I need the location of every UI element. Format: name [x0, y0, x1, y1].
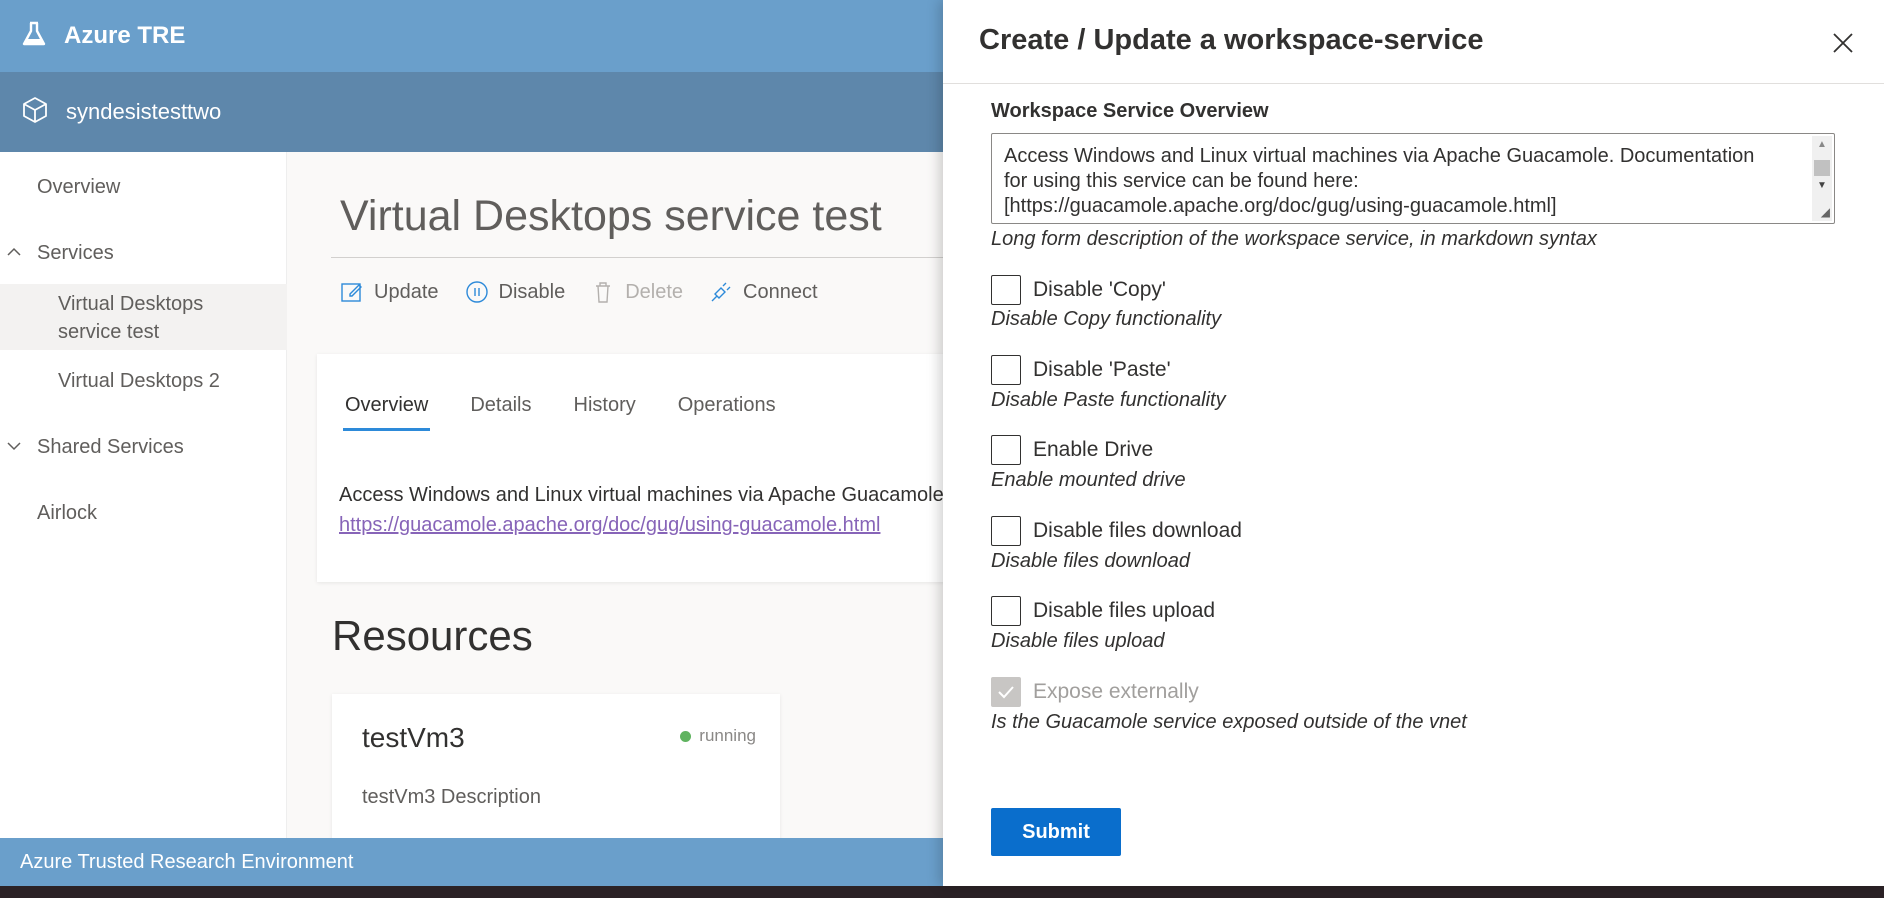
sidebar-item-label: Overview — [37, 176, 121, 198]
connect-button[interactable]: Connect — [709, 280, 818, 304]
checkbox-help-text: Disable Copy functionality — [991, 308, 1222, 330]
os-taskbar — [0, 886, 1884, 898]
tab-operations[interactable]: Operations — [678, 394, 776, 431]
checkmark-icon — [998, 686, 1014, 699]
sidebar-item-virtual-desktops-service-test[interactable]: Virtual Desktops service test — [0, 284, 287, 350]
checkbox-help-text: Disable Paste functionality — [991, 389, 1226, 411]
status-dot-icon — [680, 730, 692, 742]
sidebar-item-label: Services — [37, 242, 114, 264]
sidebar-item-services[interactable]: Services — [0, 238, 287, 274]
disable-files-download-checkbox[interactable] — [991, 516, 1021, 546]
overview-textarea[interactable]: Access Windows and Linux virtual machine… — [991, 133, 1835, 224]
checkbox-label: Enable Drive — [1033, 438, 1154, 461]
tab-details[interactable]: Details — [470, 394, 531, 431]
disable-copy-checkbox[interactable] — [991, 275, 1021, 305]
submit-button[interactable]: Submit — [991, 808, 1121, 856]
documentation-link[interactable]: https://guacamole.apache.org/doc/gug/usi… — [339, 514, 880, 537]
overview-line: for using this service can be found here… — [1004, 170, 1359, 192]
checkbox-help-text: Is the Guacamole service exposed outside… — [991, 711, 1467, 733]
overview-field-label: Workspace Service Overview — [991, 100, 1269, 122]
checkbox-help-text: Enable mounted drive — [991, 469, 1186, 491]
sidebar-item-overview[interactable]: Overview — [0, 172, 287, 208]
divider — [331, 257, 1031, 258]
checkbox-label: Expose externally — [1033, 680, 1199, 703]
workspace-service-panel: Create / Update a workspace-service Work… — [943, 0, 1884, 886]
checkbox-label: Disable 'Paste' — [1033, 358, 1171, 381]
status-text: running — [699, 726, 756, 745]
checkbox-help-text: Disable files download — [991, 550, 1191, 572]
resource-name: testVm3 — [362, 722, 465, 753]
tab-list: Overview Details History Operations — [342, 394, 818, 431]
resources-heading: Resources — [332, 612, 533, 659]
panel-title: Create / Update a workspace-service — [979, 24, 1484, 56]
tab-overview[interactable]: Overview — [342, 394, 431, 431]
update-button[interactable]: Update — [340, 280, 439, 304]
sidebar-item-label: Virtual Desktops 2 — [58, 370, 220, 392]
trash-icon — [596, 282, 611, 303]
scroll-thumb[interactable] — [1814, 160, 1830, 176]
overview-textarea-value: Access Windows and Linux virtual machine… — [1004, 144, 1804, 219]
sidebar-item-virtual-desktops-2[interactable]: Virtual Desktops 2 — [0, 366, 287, 402]
tab-history[interactable]: History — [574, 394, 636, 431]
status-badge: running — [680, 726, 756, 746]
chevron-down-icon[interactable] — [6, 438, 22, 459]
chevron-up-icon[interactable] — [6, 244, 22, 265]
sidebar-item-shared-services[interactable]: Shared Services — [0, 432, 287, 468]
workspace-name[interactable]: syndesistesttwo — [66, 99, 221, 125]
scroll-up-icon[interactable]: ▲ — [1817, 139, 1827, 150]
app-title[interactable]: Azure TRE — [64, 22, 185, 50]
scroll-down-icon[interactable]: ▼ — [1817, 180, 1827, 191]
overview-help-text: Long form description of the workspace s… — [991, 228, 1597, 250]
resource-card[interactable]: testVm3 running testVm3 Description — [332, 694, 780, 838]
command-bar: Update Disable Delete Connect — [340, 280, 844, 304]
sidebar-item-label: Shared Services — [37, 436, 184, 458]
plug-icon — [711, 282, 731, 302]
sidebar-item-label: Virtual Desktops service test — [58, 293, 204, 343]
enable-drive-checkbox-row[interactable]: Enable Drive — [991, 435, 1153, 465]
disable-label: Disable — [498, 280, 566, 303]
panel-header: Create / Update a workspace-service — [943, 0, 1884, 84]
connect-label: Connect — [743, 280, 818, 303]
sidebar: Overview Services Virtual Desktops servi… — [0, 152, 287, 838]
disable-files-upload-checkbox[interactable] — [991, 596, 1021, 626]
sidebar-item-airlock[interactable]: Airlock — [0, 498, 287, 534]
edit-icon — [341, 283, 362, 302]
resize-grip-icon[interactable]: ◢ — [1821, 205, 1830, 219]
checkbox-help-text: Disable files upload — [991, 630, 1165, 652]
expose-externally-checkbox — [991, 677, 1021, 707]
close-icon[interactable] — [1830, 30, 1856, 56]
page-title: Virtual Desktops service test — [340, 192, 882, 240]
flask-icon — [20, 20, 48, 53]
pause-icon — [465, 281, 488, 303]
expose-externally-checkbox-row: Expose externally — [991, 677, 1199, 707]
delete-button[interactable]: Delete — [591, 280, 683, 304]
checkbox-label: Disable files download — [1033, 519, 1242, 542]
update-label: Update — [374, 280, 439, 303]
checkbox-label: Disable 'Copy' — [1033, 278, 1166, 301]
disable-paste-checkbox-row[interactable]: Disable 'Paste' — [991, 355, 1171, 385]
resource-description: testVm3 Description — [362, 786, 541, 808]
disable-files-download-checkbox-row[interactable]: Disable files download — [991, 516, 1242, 546]
disable-button[interactable]: Disable — [465, 280, 566, 304]
delete-label: Delete — [625, 280, 684, 303]
disable-copy-checkbox-row[interactable]: Disable 'Copy' — [991, 275, 1166, 305]
overview-card: Overview Details History Operations Acce… — [317, 354, 1089, 582]
footer-text: Azure Trusted Research Environment — [20, 850, 354, 873]
cube-icon — [20, 95, 50, 130]
checkbox-label: Disable files upload — [1033, 599, 1216, 622]
overview-line: [https://guacamole.apache.org/doc/gug/us… — [1004, 195, 1557, 217]
disable-files-upload-checkbox-row[interactable]: Disable files upload — [991, 596, 1215, 626]
overview-line: Access Windows and Linux virtual machine… — [1004, 145, 1755, 167]
sidebar-item-label: Airlock — [37, 502, 98, 524]
enable-drive-checkbox[interactable] — [991, 435, 1021, 465]
disable-paste-checkbox[interactable] — [991, 355, 1021, 385]
textarea-scrollbar[interactable]: ▲ ▼ ◢ — [1812, 136, 1832, 221]
